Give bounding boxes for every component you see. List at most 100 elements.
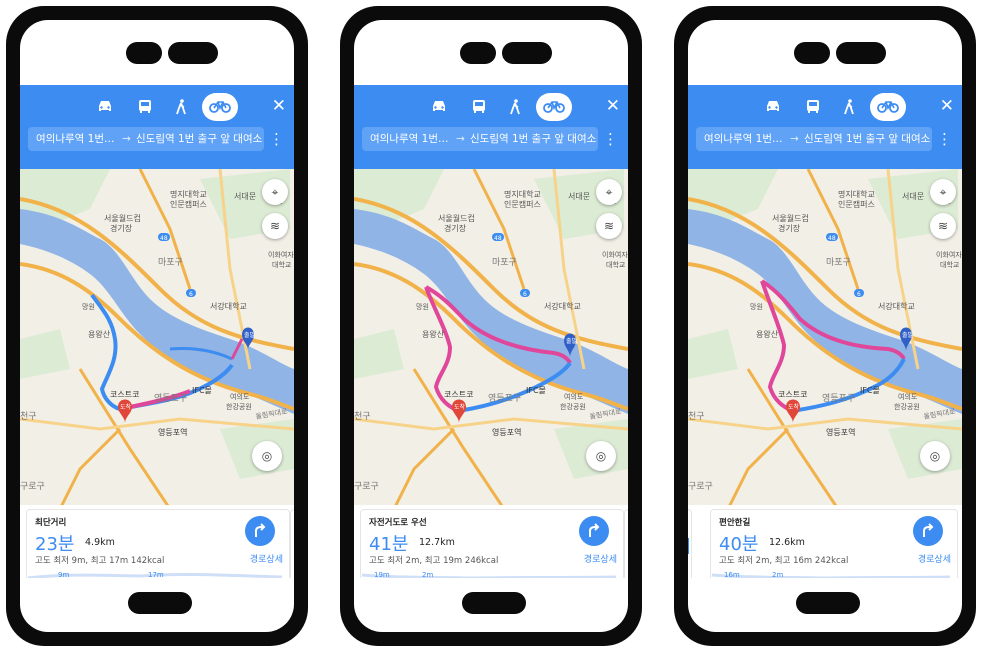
speaker-grille [126,42,162,64]
elevation-min: 9m [58,571,70,578]
svg-text:명지대학교: 명지대학교 [170,189,207,199]
speaker-grille [794,42,830,64]
bus-icon[interactable] [798,93,828,121]
route-detail-link[interactable]: 경로상세 [250,552,283,565]
top-bar: ✕ 여의나루역 1번… → 신도림역 1번 출구 앞 대여소 ⋮ [354,85,628,169]
phone-3: ✕ 여의나루역 1번… → 신도림역 1번 출구 앞 대여소 ⋮ 명지대학교 인… [674,6,976,646]
route-detail-link[interactable]: 경로상세 [584,552,617,565]
svg-text:이화여자: 이화여자 [602,250,628,259]
svg-text:서울월드컵: 서울월드컵 [438,213,475,223]
location-pin-icon[interactable]: ⌖ [596,179,622,205]
bus-icon[interactable] [464,93,494,121]
close-icon[interactable]: ✕ [940,92,954,120]
more-menu-icon[interactable]: ⋮ [269,128,284,150]
svg-text:영등포구: 영등포구 [488,393,521,404]
route-time: 41분 [369,534,409,555]
more-menu-icon[interactable]: ⋮ [937,128,952,150]
svg-text:영등포구: 영등포구 [154,393,187,404]
transport-modes [354,93,628,121]
close-icon[interactable]: ✕ [606,92,620,120]
walk-icon[interactable] [500,93,530,121]
route-card[interactable]: 편안한길 40분 12.6km 고도 최저 2m, 최고 16m 242kcal… [688,505,962,578]
turn-right-icon[interactable] [245,516,275,546]
svg-text:48: 48 [160,235,168,242]
svg-text:서강대학교: 서강대학교 [210,301,247,311]
more-menu-icon[interactable]: ⋮ [603,128,618,150]
route-card-panel: 자전거도로 우선 41분 12.7km 고도 최저 2m, 최고 19m 246… [360,509,624,578]
bus-icon[interactable] [130,93,160,121]
bike-icon[interactable] [870,93,906,121]
car-icon[interactable] [90,93,120,121]
svg-text:인문캠퍼스: 인문캠퍼스 [170,199,207,209]
car-icon[interactable] [758,93,788,121]
route-meta: 고도 최저 2m, 최고 19m 246kcal [369,556,499,566]
route-card[interactable]: 자전거도로 우선 41분 12.7km 고도 최저 2m, 최고 19m 246… [354,505,628,578]
svg-text:코스트코: 코스트코 [444,390,473,399]
bike-icon[interactable] [202,93,238,121]
svg-text:영등포역: 영등포역 [826,427,855,437]
svg-text:코스트코: 코스트코 [110,390,139,399]
route-to: 신도림역 1번 출구 앞 대여소 [470,133,597,145]
svg-text:한강공원: 한강공원 [560,402,586,411]
svg-text:6: 6 [857,291,861,298]
route-meta: 고도 최저 2m, 최고 16m 242kcal [719,556,849,566]
svg-text:마포구: 마포구 [158,257,183,268]
walk-icon[interactable] [166,93,196,121]
layers-icon[interactable]: ≋ [262,213,288,239]
route-option-title: 편안한길 [719,518,751,528]
location-pin-icon[interactable]: ⌖ [930,179,956,205]
svg-text:인문캠퍼스: 인문캠퍼스 [838,199,875,209]
my-location-icon[interactable]: ◎ [920,441,950,471]
svg-text:마포구: 마포구 [492,257,517,268]
my-location-icon[interactable]: ◎ [586,441,616,471]
svg-text:경기장: 경기장 [110,223,133,233]
bike-icon[interactable] [536,93,572,121]
close-icon[interactable]: ✕ [272,92,286,120]
svg-text:용왕산: 용왕산 [422,329,445,339]
car-icon[interactable] [424,93,454,121]
layers-icon[interactable]: ≋ [596,213,622,239]
route-detail-link[interactable]: 경로상세 [918,552,951,565]
layers-icon[interactable]: ≋ [930,213,956,239]
route-from: 여의나루역 1번… [704,133,783,145]
home-button[interactable] [128,592,192,614]
home-button[interactable] [796,592,860,614]
svg-text:명지대학교: 명지대학교 [838,189,875,199]
route-card[interactable]: 최단거리 23분 4.9km 고도 최저 9m, 최고 17m 142kcal … [20,505,294,578]
walk-icon[interactable] [834,93,864,121]
top-bar: ✕ 여의나루역 1번… → 신도림역 1번 출구 앞 대여소 ⋮ [688,85,962,169]
next-route-card[interactable]: 편 4 [290,509,294,578]
location-pin-icon[interactable]: ⌖ [262,179,288,205]
route-meta: 고도 최저 9m, 최고 17m 142kcal [35,556,165,566]
elevation-min: 2m [772,571,784,578]
route-card-panel: 최단거리 23분 4.9km 고도 최저 9m, 최고 17m 142kcal … [26,509,290,578]
turn-right-icon[interactable] [579,516,609,546]
phone-screen-frame: ✕ 여의나루역 1번… → 신도림역 1번 출구 앞 대여소 ⋮ 명지대학교 인… [354,20,628,632]
elevation-bar: 19m 2m [354,569,628,578]
svg-text:천구: 천구 [20,411,37,422]
home-button[interactable] [462,592,526,614]
svg-text:망원: 망원 [82,302,95,311]
svg-text:이화여자: 이화여자 [936,250,962,259]
svg-text:서대문: 서대문 [568,192,590,201]
route-summary[interactable]: 여의나루역 1번… → 신도림역 1번 출구 앞 대여소 [362,127,598,151]
svg-text:구로구: 구로구 [688,481,713,492]
transport-modes [20,93,294,121]
svg-text:서강대학교: 서강대학교 [544,301,581,311]
svg-text:서대문: 서대문 [902,192,924,201]
route-summary[interactable]: 여의나루역 1번… → 신도림역 1번 출구 앞 대여소 [696,127,932,151]
svg-text:여의도: 여의도 [898,392,918,401]
svg-text:인문캠퍼스: 인문캠퍼스 [504,199,541,209]
svg-text:대학교: 대학교 [606,260,626,269]
route-summary[interactable]: 여의나루역 1번… → 신도림역 1번 출구 앞 대여소 [28,127,264,151]
my-location-icon[interactable]: ◎ [252,441,282,471]
route-time: 40분 [719,534,759,555]
svg-text:한강공원: 한강공원 [226,402,252,411]
svg-text:천구: 천구 [354,411,371,422]
next-route-card[interactable]: 최 2 [624,509,628,578]
turn-right-icon[interactable] [913,516,943,546]
route-from: 여의나루역 1번… [370,133,449,145]
svg-text:대학교: 대학교 [272,260,292,269]
svg-text:서대문: 서대문 [234,192,256,201]
previous-route-card[interactable] [688,509,692,578]
